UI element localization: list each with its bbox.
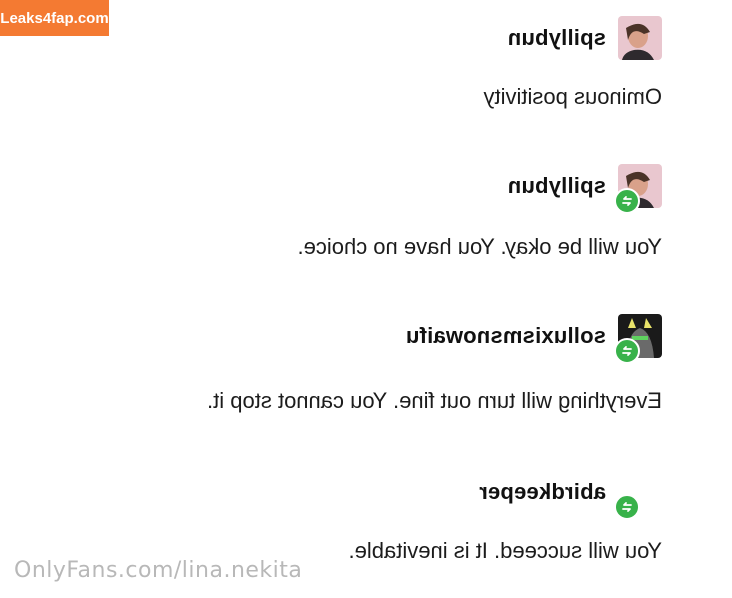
post-username[interactable]: solluxismsnowaifu bbox=[406, 323, 606, 349]
post-username[interactable]: spillybun bbox=[508, 173, 606, 199]
reblog-icon bbox=[614, 494, 640, 520]
post-header-2: spillybun bbox=[508, 156, 662, 216]
avatar[interactable] bbox=[618, 16, 662, 60]
post-text: You will succeed. It is inevitable. bbox=[348, 538, 662, 563]
post-username[interactable]: abirdkeeper bbox=[479, 479, 606, 505]
post-text: You will be okay. You have no choice. bbox=[297, 234, 663, 259]
post-username[interactable]: spillybun bbox=[508, 25, 606, 51]
avatar[interactable] bbox=[614, 470, 662, 520]
avatar[interactable] bbox=[614, 164, 662, 214]
profile-photo-woman-icon bbox=[618, 16, 662, 60]
watermark-text: OnlyFans.com/lina.nekita bbox=[14, 558, 303, 583]
site-badge: Leaks4fap.com bbox=[0, 0, 109, 36]
post-header-3: solluxismsnowaifu bbox=[406, 306, 662, 366]
post-header-4: abirdkeeper bbox=[479, 462, 662, 522]
post-text: Everything will turn out fine. You canno… bbox=[207, 388, 662, 413]
avatar[interactable] bbox=[614, 314, 662, 364]
reblog-icon bbox=[614, 188, 640, 214]
post-text: Ominous positivity bbox=[483, 84, 662, 109]
post-header-1: spillybun bbox=[508, 8, 662, 68]
mirrored-post-thread: spillybun Ominous positivity spillybun Y… bbox=[0, 0, 732, 598]
reblog-icon bbox=[614, 338, 640, 364]
